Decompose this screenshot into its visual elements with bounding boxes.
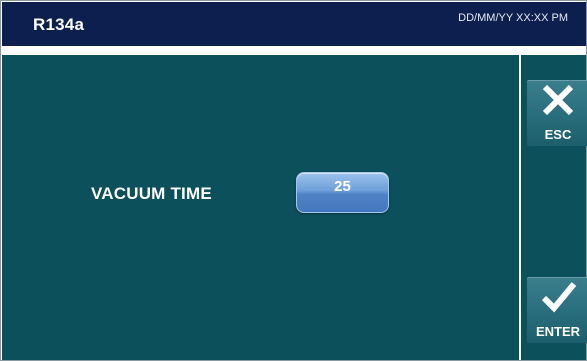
main-panel xyxy=(2,55,519,360)
check-icon xyxy=(541,282,577,313)
enter-button[interactable]: ENTER xyxy=(527,277,587,343)
datetime-display: DD/MM/YY XX:XX PM xyxy=(458,12,568,24)
vacuum-time-value-button[interactable]: 25 xyxy=(296,172,389,213)
screen: R134a DD/MM/YY XX:XX PM VACUUM TIME 25 E… xyxy=(0,0,587,361)
vacuum-time-label: VACUUM TIME xyxy=(91,184,212,203)
esc-button-label: ESC xyxy=(544,127,572,142)
enter-button-label: ENTER xyxy=(535,324,581,339)
esc-button[interactable]: ESC xyxy=(527,80,587,146)
header-bar: R134a DD/MM/YY XX:XX PM xyxy=(2,2,586,46)
refrigerant-title: R134a xyxy=(33,15,85,34)
close-icon xyxy=(542,84,574,116)
